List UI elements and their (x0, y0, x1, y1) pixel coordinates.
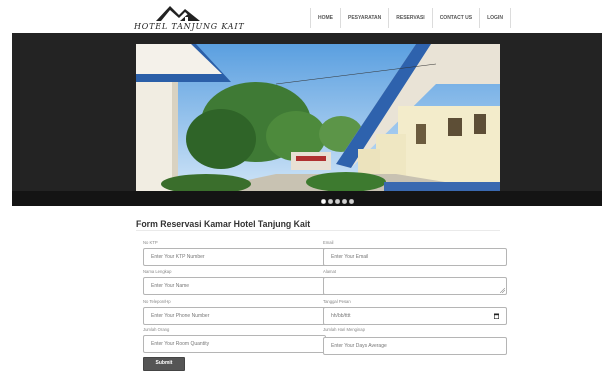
quantity-label: Jumlah Orang (143, 327, 170, 332)
name-label: Nama Lengkap (143, 269, 172, 274)
email-input[interactable]: Enter Your Email (323, 248, 507, 266)
page: HOTEL TANJUNG KAIT HOME PESYARATAN RESER… (12, 0, 602, 371)
date-label: Tanggal Pesan (323, 299, 351, 304)
slider-dot[interactable] (349, 199, 354, 204)
title-divider (136, 230, 500, 231)
hotel-courtyard-photo (136, 44, 500, 191)
slider-dot[interactable] (321, 199, 326, 204)
slider-dot[interactable] (342, 199, 347, 204)
nav-contact-us[interactable]: CONTACT US (431, 8, 479, 28)
email-label: Email (323, 240, 334, 245)
ktp-label: No KTP (143, 240, 158, 245)
site-header: HOTEL TANJUNG KAIT HOME PESYARATAN RESER… (12, 0, 602, 33)
phone-input[interactable]: Enter Your Phone Number (143, 307, 326, 325)
nav-reservasi[interactable]: RESERVASI (388, 8, 431, 28)
quantity-input[interactable]: Enter Your Room Quantity (143, 335, 326, 353)
submit-button[interactable]: Submit (143, 357, 185, 371)
address-textarea[interactable] (323, 277, 507, 295)
form-title: Form Reservasi Kamar Hotel Tanjung Kait (136, 219, 311, 230)
calendar-icon[interactable] (494, 313, 499, 319)
nav-pesyaratan[interactable]: PESYARATAN (340, 8, 388, 28)
resize-grip-icon[interactable] (500, 288, 505, 293)
hotel-logo[interactable]: HOTEL TANJUNG KAIT (134, 3, 245, 33)
date-input[interactable]: hh/bb/tttt (323, 307, 507, 325)
slider-dot[interactable] (335, 199, 340, 204)
phone-label: No Telepon/Hp (143, 299, 171, 304)
name-input[interactable]: Enter Your Name (143, 277, 326, 295)
hero-slider (12, 33, 602, 206)
hero-bottom-band (12, 191, 602, 206)
nav-login[interactable]: LOGIN (479, 8, 511, 28)
house-roof-icon (156, 6, 200, 21)
brand-name: HOTEL TANJUNG KAIT (134, 22, 245, 31)
address-label: Alamat (323, 269, 337, 274)
nav-home[interactable]: HOME (310, 8, 340, 28)
days-input[interactable]: Enter Your Days Average (323, 337, 507, 355)
slider-dots (321, 199, 354, 204)
slide-image (136, 44, 500, 191)
days-label: Jumlah Hari Menginap (323, 327, 365, 332)
ktp-input[interactable]: Enter Your KTP Number (143, 248, 326, 266)
main-nav: HOME PESYARATAN RESERVASI CONTACT US LOG… (310, 8, 511, 28)
slider-dot[interactable] (328, 199, 333, 204)
